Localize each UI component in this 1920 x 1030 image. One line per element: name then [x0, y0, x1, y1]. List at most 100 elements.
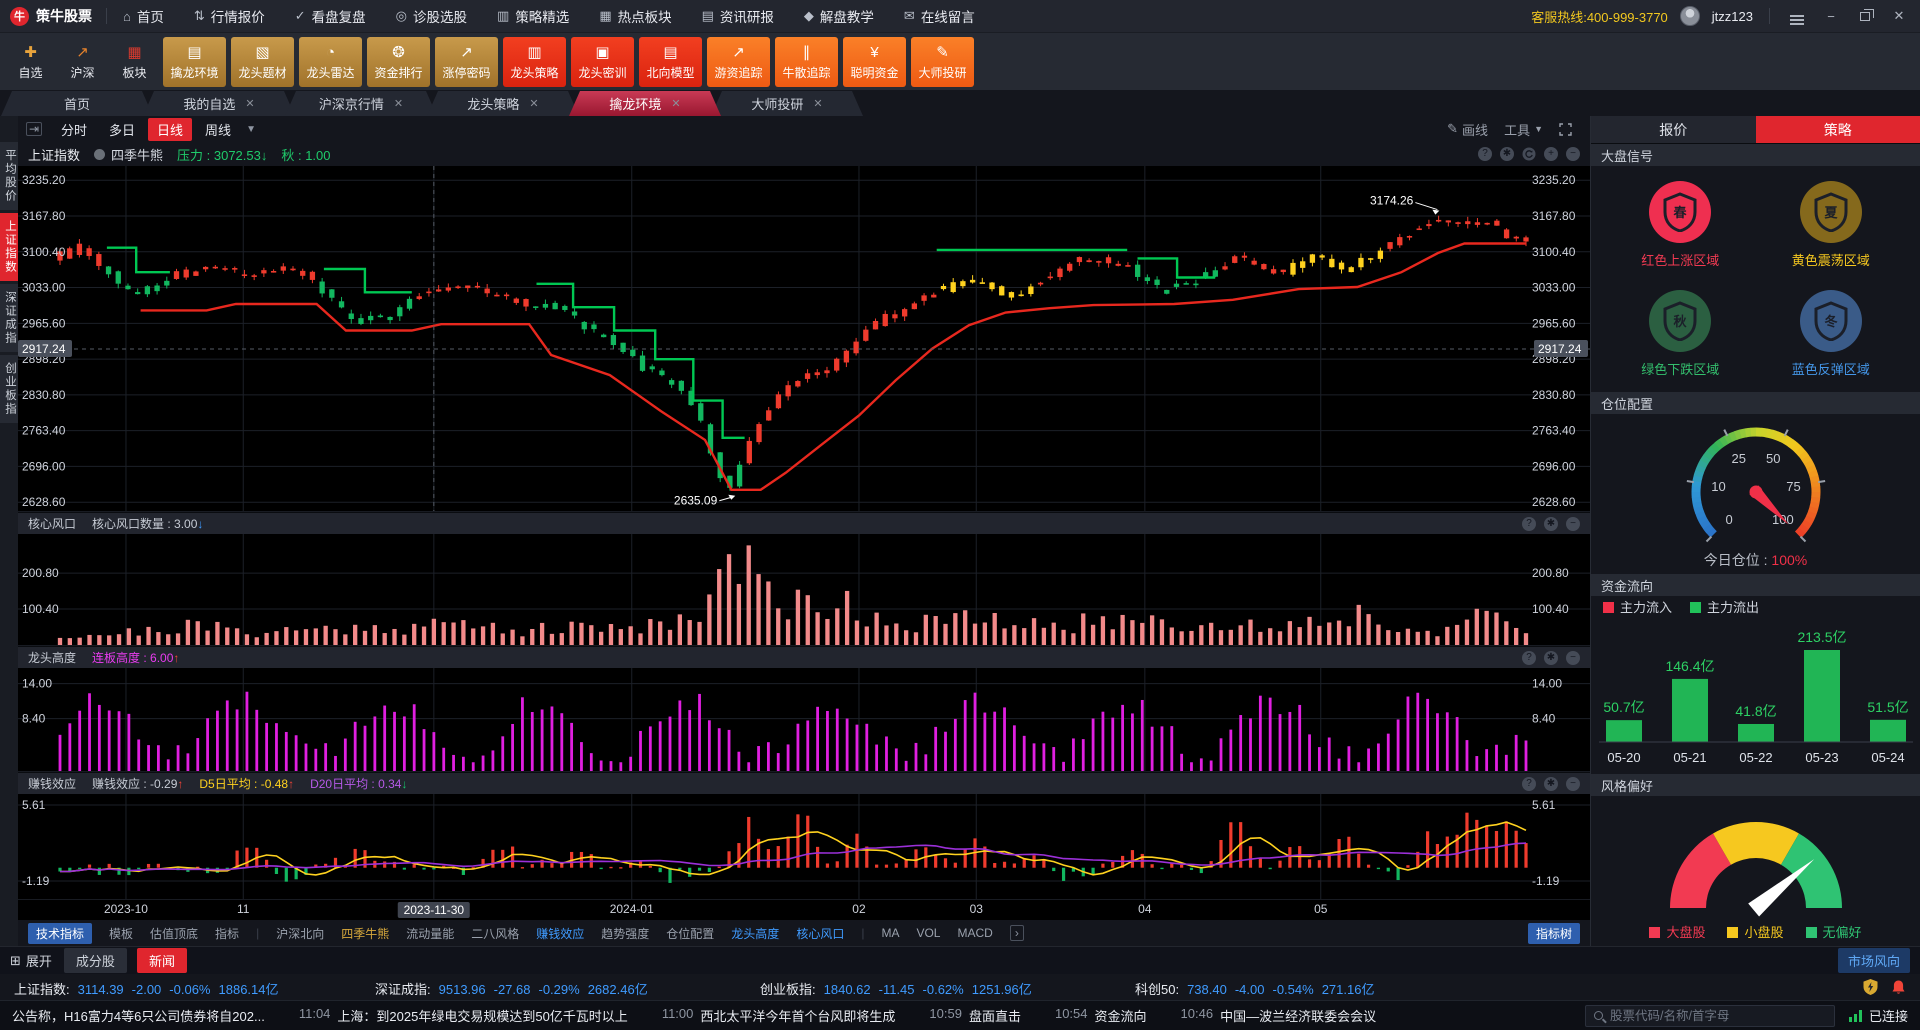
shield-lightning-icon[interactable] [1862, 978, 1879, 996]
indicator-item-MACD[interactable]: MACD [957, 926, 992, 940]
indicator-item-趋势强度[interactable]: 趋势强度 [601, 925, 649, 942]
gear-icon[interactable]: ✱ [1544, 777, 1558, 791]
menu-item-策略精选[interactable]: ▥策略精选 [497, 6, 569, 26]
ticker-item[interactable]: 11:04上海：到2025年绿电交易规模达到50亿千瓦时以上 [299, 1006, 628, 1025]
menu-item-诊股选股[interactable]: ◎诊股选股 [396, 6, 467, 26]
ticker-item[interactable]: 10:46中国—波兰经济联委会会议 [1181, 1006, 1377, 1025]
gear-icon[interactable]: ✱ [1544, 517, 1558, 531]
indicator-item-四季牛熊[interactable]: 四季牛熊 [341, 925, 389, 942]
expand-button[interactable]: ⊞展开 [10, 951, 52, 970]
doc-tab-沪深京行情[interactable]: 沪深京行情✕ [285, 91, 437, 116]
draw-line-button[interactable]: ✎画线 [1447, 120, 1488, 139]
close-button[interactable]: ✕ [1888, 8, 1910, 24]
ticker-item[interactable]: 11:00西北太平洋今年首个台风即将生成 [662, 1006, 896, 1025]
close-tab-icon[interactable]: ✕ [813, 97, 822, 110]
period-more-icon[interactable]: ▼ [246, 124, 256, 135]
symbol-label[interactable]: 上证指数 [28, 145, 80, 164]
zoom-out-icon[interactable]: − [1566, 147, 1580, 161]
avatar[interactable] [1680, 6, 1700, 26]
toolbar-button-大师投研[interactable]: ✎大师投研 [911, 37, 974, 87]
menu-item-看盘复盘[interactable]: ✓看盘复盘 [295, 6, 366, 26]
toolbar-button-板块[interactable]: ▦板块 [111, 37, 158, 87]
doc-tab-龙头策略[interactable]: 龙头策略✕ [427, 91, 579, 116]
toolbar-button-涨停密码[interactable]: ↗涨停密码 [435, 37, 498, 87]
menu-item-解盘教学[interactable]: ◆解盘教学 [804, 6, 874, 26]
tools-button[interactable]: 工具▼ [1504, 120, 1543, 139]
menu-item-在线留言[interactable]: ✉在线留言 [904, 6, 975, 26]
indicator-item-指标[interactable]: 指标 [215, 925, 239, 942]
toolbar-button-龙头雷达[interactable]: ◔龙头雷达 [299, 37, 362, 87]
ticker-item[interactable]: 公告称，H16富力4等6只公司债券将自202... [12, 1006, 265, 1025]
indicator-item-龙头高度[interactable]: 龙头高度 [731, 925, 779, 942]
signal-黄色震荡区域[interactable]: 夏黄色震荡区域 [1792, 181, 1870, 269]
close-tab-icon[interactable]: ✕ [529, 97, 538, 110]
help-icon[interactable]: ? [1478, 147, 1492, 161]
username-label[interactable]: jtzz123 [1712, 9, 1753, 24]
close-tab-icon[interactable]: ✕ [671, 97, 680, 110]
indicator-item-流动量能[interactable]: 流动量能 [406, 925, 454, 942]
ticker-item[interactable]: 10:59盘面直击 [929, 1006, 1021, 1025]
help-icon[interactable]: ? [1522, 651, 1536, 665]
period-tab-分时[interactable]: 分时 [52, 118, 96, 141]
toolbar-button-龙头密训[interactable]: ▣龙头密训 [571, 37, 634, 87]
indicator-item-MA[interactable]: MA [881, 926, 899, 940]
core-windows-chart[interactable]: 200.80200.80100.40100.40 [18, 534, 1590, 646]
menu-item-资讯研报[interactable]: ▤资讯研报 [702, 6, 774, 26]
toolbar-button-资金排行[interactable]: ❂资金排行 [367, 37, 430, 87]
indicator-item-VOL[interactable]: VOL [916, 926, 940, 940]
ticker-item[interactable]: 10:54资金流向 [1055, 1006, 1147, 1025]
doc-tab-首页[interactable]: 首页 [1, 91, 153, 116]
gear-icon[interactable]: ✱ [1544, 651, 1558, 665]
toolbar-button-北向模型[interactable]: ▤北向模型 [639, 37, 702, 87]
stock-search[interactable] [1585, 1005, 1835, 1027]
menu-item-首页[interactable]: ⌂首页 [123, 6, 164, 26]
sub2-title[interactable]: 龙头高度 [28, 649, 76, 666]
doc-tab-我的自选[interactable]: 我的自选✕ [143, 91, 295, 116]
toolbar-button-自选[interactable]: ✚自选 [7, 37, 54, 87]
sub1-title[interactable]: 核心风口 [28, 515, 76, 532]
index-quote-深证成指[interactable]: 深证成指:9513.96-27.68-0.29%2682.46亿 [375, 979, 656, 998]
main-kline-chart[interactable]: 3235.203235.203167.803167.803100.403100.… [18, 166, 1590, 512]
indicator-more-button[interactable]: › [1010, 925, 1024, 941]
fullscreen-button[interactable] [1559, 123, 1572, 136]
period-tab-多日[interactable]: 多日 [100, 118, 144, 141]
sub3-title[interactable]: 赚钱效应 [28, 775, 76, 792]
indicator-item-二八风格[interactable]: 二八风格 [471, 925, 519, 942]
refresh-icon[interactable] [1522, 147, 1536, 161]
close-tab-icon[interactable]: ✕ [394, 97, 403, 110]
indicator-item-模板[interactable]: 模板 [109, 925, 133, 942]
doc-tab-大师投研[interactable]: 大师投研✕ [711, 91, 863, 116]
toolbar-button-聪明资金[interactable]: ¥聪明资金 [843, 37, 906, 87]
restore-button[interactable] [1854, 9, 1876, 24]
toolbar-button-游资追踪[interactable]: ↗游资追踪 [707, 37, 770, 87]
signal-绿色下跌区域[interactable]: 秋绿色下跌区域 [1641, 290, 1719, 378]
indicator-item-沪深北向[interactable]: 沪深北向 [276, 925, 324, 942]
period-tab-日线[interactable]: 日线 [148, 118, 192, 141]
menu-list-icon[interactable] [1786, 9, 1808, 24]
toolbar-button-龙头策略[interactable]: ▥龙头策略 [503, 37, 566, 87]
signal-红色上涨区域[interactable]: 春红色上涨区域 [1641, 181, 1719, 269]
collapse-icon[interactable]: − [1566, 651, 1580, 665]
sidebar-item-创业板指[interactable]: 创业板指 [0, 355, 18, 423]
bottom-tab-新闻[interactable]: 新闻 [137, 948, 187, 973]
indicator-item-核心风口[interactable]: 核心风口 [796, 925, 844, 942]
indicator-tree-button[interactable]: 指标树 [1528, 923, 1580, 944]
indicator-toggle[interactable]: 四季牛熊 [94, 145, 163, 164]
collapse-icon[interactable]: − [1566, 517, 1580, 531]
doc-tab-擒龙环境[interactable]: 擒龙环境✕ [569, 91, 721, 116]
indicator-item-仓位配置[interactable]: 仓位配置 [666, 925, 714, 942]
market-wind-button[interactable]: 市场风向 [1838, 948, 1910, 973]
menu-item-行情报价[interactable]: ⇅行情报价 [194, 6, 265, 26]
sidebar-item-上证指数[interactable]: 上证指数 [0, 213, 18, 281]
collapse-panel-icon[interactable]: ⇥ [26, 122, 42, 136]
index-quote-上证指数[interactable]: 上证指数:3114.39-2.00-0.06%1886.14亿 [14, 979, 287, 998]
menu-item-热点板块[interactable]: ▦热点板块 [599, 6, 671, 26]
index-quote-创业板指[interactable]: 创业板指:1840.62-11.45-0.62%1251.96亿 [760, 979, 1040, 998]
tab-quote[interactable]: 报价 [1591, 116, 1756, 144]
signal-蓝色反弹区域[interactable]: 冬蓝色反弹区域 [1792, 290, 1870, 378]
bottom-tab-成分股[interactable]: 成分股 [64, 948, 127, 973]
search-input[interactable] [1610, 1009, 1826, 1023]
close-tab-icon[interactable]: ✕ [245, 97, 254, 110]
bell-icon[interactable] [1891, 979, 1906, 996]
money-effect-chart[interactable]: 5.615.61-1.19-1.19 [18, 794, 1590, 900]
